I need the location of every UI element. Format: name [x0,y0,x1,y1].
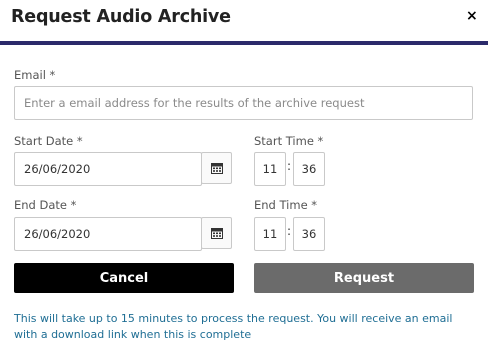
email-label: Email * [14,68,56,82]
calendar-icon [210,162,223,174]
cancel-button[interactable]: Cancel [14,263,234,293]
end-date-input[interactable]: 26/06/2020 [14,217,202,251]
processing-note: This will take up to 15 minutes to proce… [14,312,453,341]
dialog-title: Request Audio Archive [11,7,231,27]
end-date-label: End Date * [14,198,77,212]
start-hour-input[interactable]: 11 [254,152,286,186]
header-divider [0,41,488,45]
start-minute-input[interactable]: 36 [293,152,325,186]
end-hour-input[interactable]: 11 [254,217,286,251]
end-time-label: End Time * [254,198,318,212]
end-minute-input[interactable]: 36 [293,217,325,251]
request-audio-archive-dialog: Request Audio Archive × Email * Enter a … [0,0,488,362]
start-time-label: Start Time * [254,134,324,148]
email-input[interactable]: Enter a email address for the results of… [14,86,473,120]
request-button[interactable]: Request [254,263,474,293]
dialog-header: Request Audio Archive × [0,0,488,45]
time-separator: : [287,224,292,238]
start-date-input[interactable]: 26/06/2020 [14,152,202,186]
close-icon[interactable]: × [466,8,478,24]
end-date-calendar-button[interactable] [201,217,232,249]
start-date-label: Start Date * [14,134,83,148]
calendar-icon [210,227,223,239]
start-date-calendar-button[interactable] [201,152,232,184]
time-separator: : [287,159,292,173]
